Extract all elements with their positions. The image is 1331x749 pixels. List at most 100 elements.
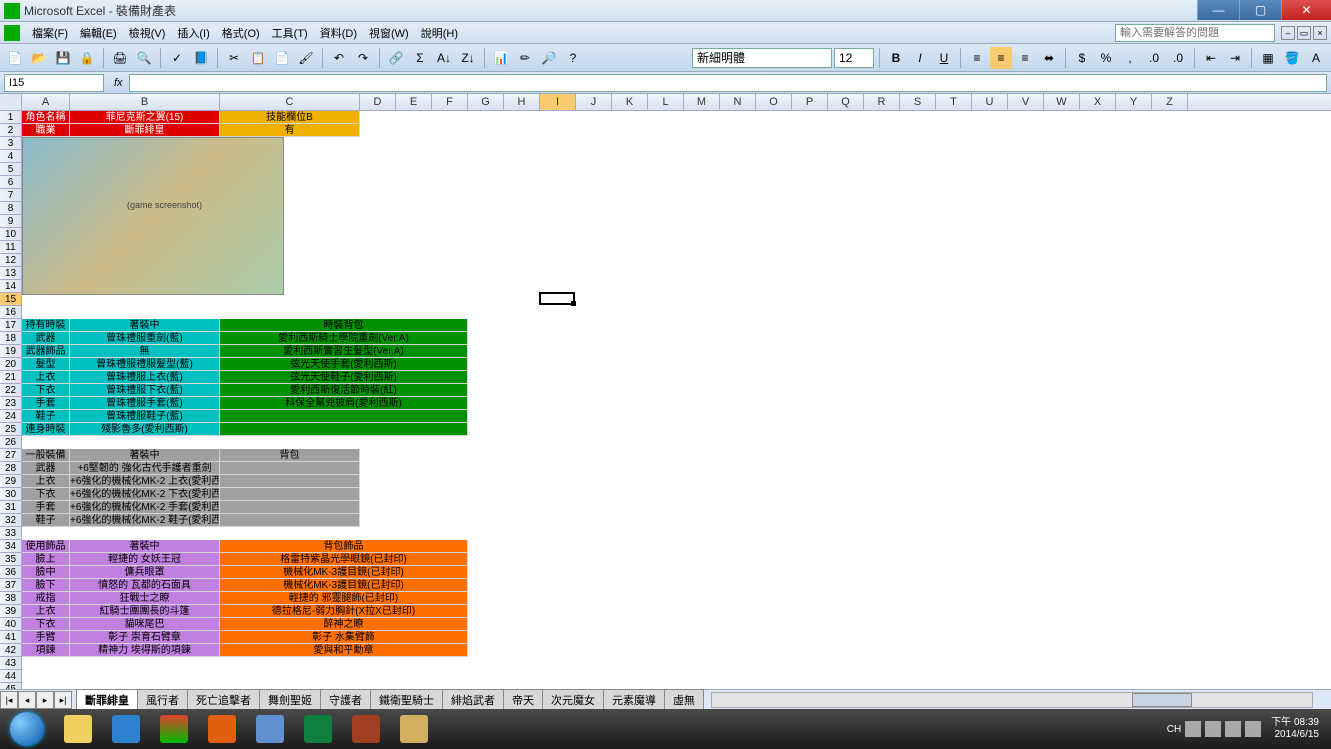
sheet-tab[interactable]: 死亡追擊者 [187, 689, 260, 710]
cell[interactable]: 弦光天使手套(愛利西斯) [220, 358, 468, 371]
column-header[interactable]: L [648, 94, 684, 110]
chrome-taskbar-icon[interactable] [150, 709, 198, 749]
mdi-minimize-button[interactable]: – [1281, 26, 1295, 40]
cell[interactable]: 武器飾品 [22, 345, 70, 358]
row-header[interactable]: 4 [0, 150, 22, 163]
sheet-tab[interactable]: 帝天 [503, 689, 543, 710]
column-header[interactable]: Z [1152, 94, 1188, 110]
font-size-input[interactable] [834, 48, 874, 68]
cell[interactable]: 無 [70, 345, 220, 358]
row-header[interactable]: 1 [0, 111, 22, 124]
merge-button[interactable]: ⬌ [1038, 47, 1060, 69]
column-header[interactable]: N [720, 94, 756, 110]
cell[interactable]: 使用飾品 [22, 540, 70, 553]
cell[interactable]: 愛利西斯復活節時裝(紅) [220, 384, 468, 397]
column-header[interactable]: U [972, 94, 1008, 110]
cell[interactable]: 下衣 [22, 618, 70, 631]
cell[interactable]: 精神力 埃得斯的項鍊 [70, 644, 220, 657]
cell[interactable]: 戒指 [22, 592, 70, 605]
sheet-tab[interactable]: 緋焰武者 [442, 689, 504, 710]
inc-indent-button[interactable]: ⇥ [1224, 47, 1246, 69]
spreadsheet-grid[interactable]: ABCDEFGHIJKLMNOPQRSTUVWXYZ 1234567891011… [0, 94, 1331, 689]
cell[interactable]: 鞋子 [22, 410, 70, 423]
column-header[interactable]: F [432, 94, 468, 110]
cell[interactable]: +6強化的機械化MK-2 手套(愛利西斯) [70, 501, 220, 514]
cell[interactable]: 機械化MK-3護目鏡(已封印) [220, 566, 468, 579]
zoom-button[interactable]: 🔎 [538, 47, 560, 69]
cell[interactable]: 格雷特紫晶光學眼鏡(已封印) [220, 553, 468, 566]
app-taskbar-icon[interactable] [342, 709, 390, 749]
tab-nav-first-button[interactable]: |◂ [0, 691, 18, 709]
column-header[interactable]: H [504, 94, 540, 110]
cell[interactable]: +6強化的機械化MK-2 鞋子(愛利西斯) [70, 514, 220, 527]
menu-item[interactable]: 檢視(V) [123, 28, 172, 40]
column-header[interactable]: Y [1116, 94, 1152, 110]
menu-item[interactable]: 說明(H) [415, 28, 464, 40]
cell[interactable]: 著裝中 [70, 540, 220, 553]
print-button[interactable]: 🖨 [109, 47, 131, 69]
embedded-game-screenshot[interactable] [22, 137, 284, 295]
cell[interactable]: 貓咪尾巴 [70, 618, 220, 631]
cell[interactable]: 臉下 [22, 579, 70, 592]
column-header[interactable]: B [70, 94, 220, 110]
menu-item[interactable]: 檔案(F) [26, 28, 74, 40]
font-color-button[interactable]: A [1305, 47, 1327, 69]
cell[interactable]: 一般裝備 [22, 449, 70, 462]
cell[interactable]: 鞋子 [22, 514, 70, 527]
currency-button[interactable]: $ [1071, 47, 1093, 69]
bold-button[interactable]: B [885, 47, 907, 69]
open-button[interactable]: 📂 [28, 47, 50, 69]
drawing-button[interactable]: ✏ [514, 47, 536, 69]
row-header[interactable]: 31 [0, 501, 22, 514]
row-header[interactable]: 2 [0, 124, 22, 137]
cell[interactable] [220, 410, 468, 423]
menu-item[interactable]: 格式(O) [216, 28, 266, 40]
row-header[interactable]: 35 [0, 553, 22, 566]
name-box[interactable]: I15 [4, 74, 104, 92]
cut-button[interactable]: ✂ [223, 47, 245, 69]
cell[interactable]: 臉上 [22, 553, 70, 566]
row-header[interactable]: 16 [0, 306, 22, 319]
cell[interactable]: 臉中 [22, 566, 70, 579]
cell[interactable] [220, 514, 360, 527]
borders-button[interactable]: ▦ [1257, 47, 1279, 69]
menu-item[interactable]: 編輯(E) [74, 28, 123, 40]
italic-button[interactable]: I [909, 47, 931, 69]
row-header[interactable]: 22 [0, 384, 22, 397]
row-header[interactable]: 23 [0, 397, 22, 410]
column-header[interactable]: G [468, 94, 504, 110]
network-icon[interactable] [1225, 721, 1241, 737]
row-header[interactable]: 13 [0, 267, 22, 280]
comma-button[interactable]: , [1119, 47, 1141, 69]
menu-item[interactable]: 工具(T) [266, 28, 314, 40]
autosum-button[interactable]: Σ [409, 47, 431, 69]
sheet-tab[interactable]: 守護者 [320, 689, 371, 710]
save-button[interactable]: 💾 [52, 47, 74, 69]
cell[interactable]: 傭兵眼罩 [70, 566, 220, 579]
cell[interactable]: +6強化的機械化MK-2 上衣(愛利西斯) [70, 475, 220, 488]
row-header[interactable]: 40 [0, 618, 22, 631]
row-header[interactable]: 14 [0, 280, 22, 293]
row-header[interactable]: 30 [0, 488, 22, 501]
cell[interactable]: 菲尼克斯之翼(15) [70, 111, 220, 124]
column-header[interactable]: P [792, 94, 828, 110]
hyperlink-button[interactable]: 🔗 [385, 47, 407, 69]
column-header[interactable]: X [1080, 94, 1116, 110]
cell[interactable]: 髮型 [22, 358, 70, 371]
cell[interactable]: 醉神之瞭 [220, 618, 468, 631]
tray-icon[interactable] [1205, 721, 1221, 737]
column-header[interactable]: A [22, 94, 70, 110]
sheet-tab[interactable]: 元素魔導 [603, 689, 665, 710]
menu-item[interactable]: 插入(I) [171, 28, 215, 40]
column-header[interactable]: C [220, 94, 360, 110]
row-header[interactable]: 34 [0, 540, 22, 553]
row-header[interactable]: 8 [0, 202, 22, 215]
cell[interactable]: 上衣 [22, 605, 70, 618]
cell[interactable]: 弦光天使鞋子(愛利西斯) [220, 371, 468, 384]
cell[interactable]: 憤怒的 瓦都的石面具 [70, 579, 220, 592]
row-header[interactable]: 3 [0, 137, 22, 150]
permission-button[interactable]: 🔒 [76, 47, 98, 69]
row-header[interactable]: 37 [0, 579, 22, 592]
column-header[interactable]: K [612, 94, 648, 110]
align-left-button[interactable]: ≡ [966, 47, 988, 69]
